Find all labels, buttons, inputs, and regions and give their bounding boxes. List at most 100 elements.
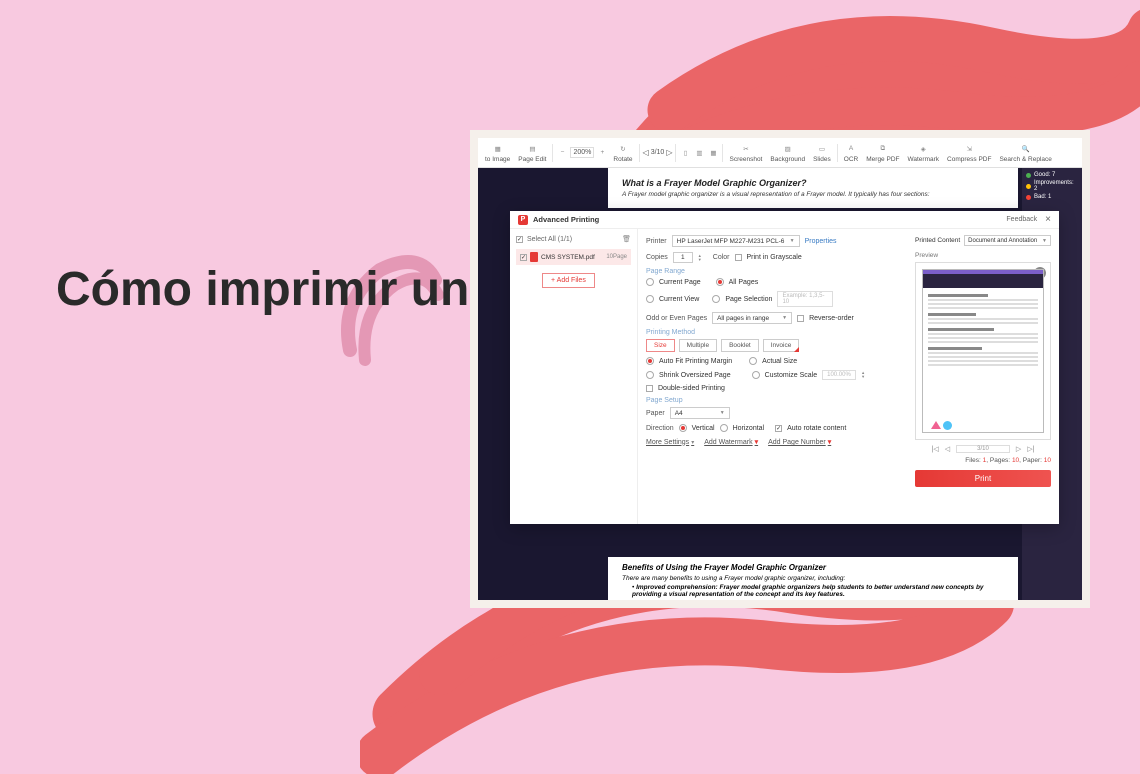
select-all-label: Select All (1/1) — [527, 236, 572, 243]
advanced-printing-dialog: P Advanced Printing Feedback × Select Al… — [510, 211, 1059, 524]
all-pages-radio[interactable] — [716, 278, 724, 286]
page-indicator[interactable]: 3/10 — [651, 149, 665, 156]
copies-spinner[interactable]: ▲▼ — [698, 254, 702, 262]
prev-page-icon[interactable]: ◁ — [643, 148, 649, 157]
document-page: What is a Frayer Model Graphic Organizer… — [608, 168, 1018, 208]
background-button[interactable]: ▨Background — [767, 142, 808, 164]
next-preview-icon[interactable]: ▷ — [1016, 445, 1021, 453]
direction-label: Direction — [646, 425, 674, 432]
view-mode-2-icon[interactable]: ▥ — [693, 147, 705, 159]
page-selection-input[interactable]: Example: 1,3,5-10 — [777, 291, 833, 307]
prev-preview-icon[interactable]: ◁ — [945, 445, 950, 453]
app-logo-icon: P — [518, 215, 528, 225]
ocr-button[interactable]: AOCR — [841, 142, 861, 164]
page-edit-button[interactable]: ▤Page Edit — [515, 142, 549, 164]
file-name: CMS SYSTEM.pdf — [541, 254, 595, 261]
view-mode-3-icon[interactable]: ▦ — [707, 147, 719, 159]
file-list-panel: Select All (1/1) 🗑 CMS SYSTEM.pdf 10Page… — [510, 229, 638, 524]
auto-rotate-checkbox[interactable] — [775, 425, 782, 432]
pdf-file-icon — [530, 252, 538, 262]
preview-page-indicator[interactable]: 3/10 — [956, 445, 1010, 453]
copies-input[interactable]: 1 — [673, 252, 693, 263]
vertical-radio[interactable] — [679, 424, 687, 432]
select-all-checkbox[interactable] — [516, 236, 523, 243]
preview-pager: |◁ ◁ 3/10 ▷ ▷| — [915, 445, 1051, 453]
preview-document — [922, 269, 1044, 433]
current-page-radio[interactable] — [646, 278, 654, 286]
print-settings-panel: Printer HP LaserJet MFP M227-M231 PCL-6▼… — [638, 229, 907, 524]
document-subtitle: A Frayer model graphic organizer is a vi… — [622, 191, 1004, 198]
first-page-icon[interactable]: |◁ — [932, 445, 939, 453]
add-watermark-link[interactable]: Add Watermark▾ — [704, 438, 758, 446]
grayscale-checkbox[interactable] — [735, 254, 742, 261]
printed-content-select[interactable]: Document and Annotation▼ — [964, 235, 1051, 246]
last-page-icon[interactable]: ▷| — [1027, 445, 1034, 453]
printer-label: Printer — [646, 238, 667, 245]
paper-label: Paper — [646, 410, 665, 417]
auto-rotate-label: Auto rotate content — [787, 425, 846, 432]
add-files-button[interactable]: + Add Files — [542, 273, 595, 288]
zoom-value[interactable]: 200% — [570, 147, 594, 158]
file-page-count: 10Page — [606, 254, 627, 260]
reverse-order-label: Reverse-order — [809, 315, 854, 322]
properties-link[interactable]: Properties — [805, 238, 837, 245]
search-replace-button[interactable]: 🔍Search & Replace — [996, 142, 1054, 164]
printed-content-label: Printed Content — [915, 237, 960, 244]
rotate-button[interactable]: ↻Rotate — [610, 142, 635, 164]
print-button[interactable]: Print — [915, 470, 1051, 487]
doc-bottom-text: There are many benefits to using a Fraye… — [622, 575, 1004, 582]
close-icon[interactable]: × — [1045, 214, 1051, 225]
app-toolbar: ▦to Image ▤Page Edit − 200% + ↻Rotate ◁ … — [478, 138, 1082, 168]
tab-size[interactable]: Size — [646, 339, 675, 352]
horizontal-radio[interactable] — [720, 424, 728, 432]
preview-label: Preview — [915, 252, 1051, 259]
dialog-titlebar: P Advanced Printing Feedback × — [510, 211, 1059, 229]
grayscale-label: Print in Grayscale — [747, 254, 802, 261]
copies-label: Copies — [646, 254, 668, 261]
page-selection-radio[interactable] — [712, 295, 720, 303]
zoom-in-icon[interactable]: + — [596, 147, 608, 159]
scale-spinner[interactable]: ▲▼ — [861, 371, 865, 379]
odd-even-label: Odd or Even Pages — [646, 315, 707, 322]
auto-fit-radio[interactable] — [646, 357, 654, 365]
customize-scale-radio[interactable] — [752, 371, 760, 379]
tab-booklet[interactable]: Booklet — [721, 339, 759, 352]
double-sided-checkbox[interactable] — [646, 385, 653, 392]
add-page-number-link[interactable]: Add Page Number▾ — [768, 438, 831, 446]
feedback-link[interactable]: Feedback — [1006, 216, 1037, 223]
to-image-button[interactable]: ▦to Image — [482, 142, 513, 164]
page-setup-section: Page Setup — [646, 397, 899, 404]
merge-pdf-button[interactable]: ⧉Merge PDF — [863, 142, 902, 164]
current-view-radio[interactable] — [646, 295, 654, 303]
next-page-icon[interactable]: ▷ — [666, 148, 672, 157]
page-range-section: Page Range — [646, 268, 899, 275]
tab-multiple[interactable]: Multiple — [679, 339, 717, 352]
dialog-title: Advanced Printing — [533, 215, 1006, 224]
printer-select[interactable]: HP LaserJet MFP M227-M231 PCL-6▼ — [672, 235, 800, 247]
file-checkbox[interactable] — [520, 254, 527, 261]
screenshot-button[interactable]: ✂Screenshot — [726, 142, 765, 164]
trash-icon[interactable]: 🗑 — [622, 235, 631, 243]
doc-bullet: • Improved comprehension: Frayer model g… — [632, 584, 1004, 598]
file-list-item[interactable]: CMS SYSTEM.pdf 10Page — [516, 249, 631, 265]
tab-invoice[interactable]: Invoice — [763, 339, 800, 352]
paper-select[interactable]: A4▼ — [670, 407, 730, 419]
doc-bottom-heading: Benefits of Using the Frayer Model Graph… — [622, 563, 1004, 572]
print-summary: Files: 1, Pages: 10, Paper: 10 — [915, 457, 1051, 464]
double-sided-label: Double-sided Printing — [658, 385, 725, 392]
shrink-radio[interactable] — [646, 371, 654, 379]
actual-size-radio[interactable] — [749, 357, 757, 365]
printing-method-section: Printing Method — [646, 329, 899, 336]
more-settings-link[interactable]: More Settings▾ — [646, 439, 694, 446]
scale-input[interactable]: 100.00% — [822, 370, 856, 380]
watermark-button[interactable]: ◈Watermark — [904, 142, 942, 164]
reverse-order-checkbox[interactable] — [797, 315, 804, 322]
view-mode-1-icon[interactable]: ▯ — [679, 147, 691, 159]
document-page-bottom: Benefits of Using the Frayer Model Graph… — [608, 557, 1018, 600]
odd-even-select[interactable]: All pages in range▼ — [712, 312, 792, 324]
good-dot-icon — [1026, 173, 1031, 178]
compress-pdf-button[interactable]: ⇲Compress PDF — [944, 142, 994, 164]
zoom-out-icon[interactable]: − — [556, 147, 568, 159]
slides-button[interactable]: ▭Slides — [810, 142, 834, 164]
improvements-dot-icon — [1026, 184, 1031, 189]
